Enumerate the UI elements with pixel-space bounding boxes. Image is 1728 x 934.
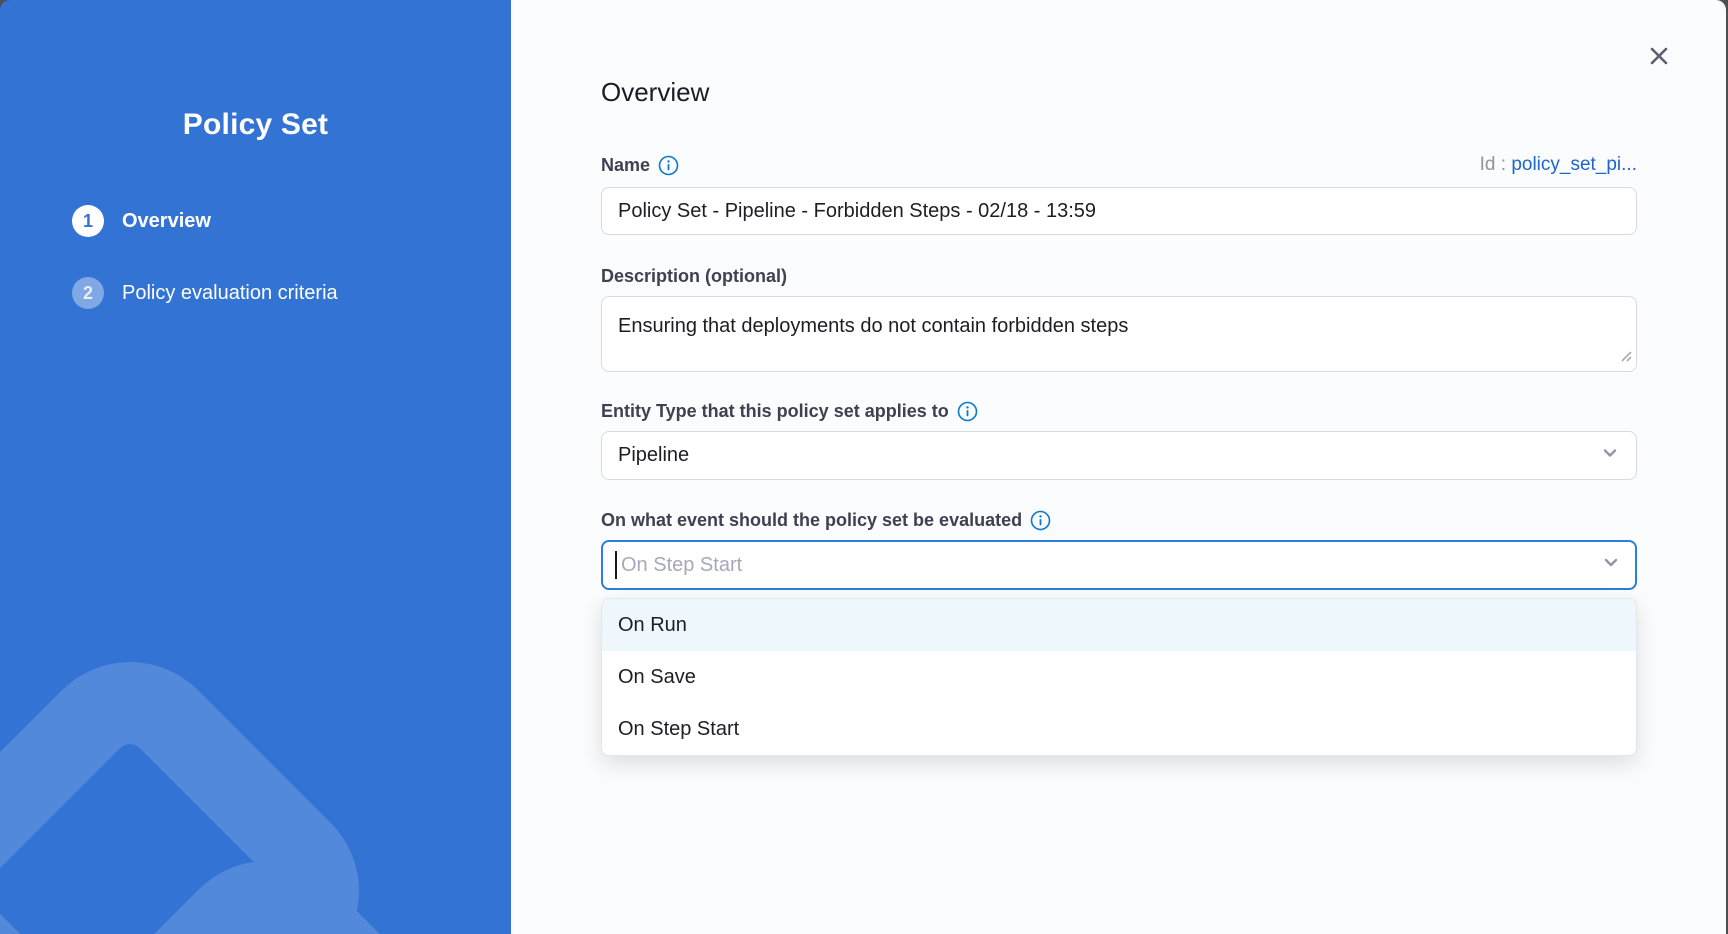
description-textarea[interactable]: Ensuring that deployments do not contain… (601, 296, 1637, 372)
chevron-down-icon (1601, 553, 1621, 578)
event-info-icon[interactable] (1030, 510, 1051, 531)
id-link[interactable]: policy_set_pi... (1511, 154, 1637, 175)
chevron-down-icon (1600, 443, 1620, 469)
sidebar-step-policy-evaluation-criteria[interactable]: 2 Policy evaluation criteria (72, 277, 511, 309)
step-2-badge: 2 (72, 277, 104, 309)
option-on-step-start[interactable]: On Step Start (602, 703, 1636, 755)
entity-id: Id : policy_set_pi... (1480, 152, 1637, 178)
sidebar-step-overview[interactable]: 1 Overview (72, 205, 511, 237)
id-prefix-label: Id : (1480, 154, 1506, 175)
name-input[interactable] (601, 187, 1637, 235)
page-title: Overview (601, 0, 1637, 110)
entity-type-info-icon[interactable] (957, 401, 978, 422)
policy-set-title: Policy Set (0, 108, 511, 142)
option-on-run[interactable]: On Run (602, 599, 1636, 651)
policy-set-modal: Policy Set 1 Overview 2 Policy evaluatio… (0, 0, 1726, 934)
event-label: On what event should the policy set be e… (601, 507, 1051, 533)
step-2-label: Policy evaluation criteria (122, 282, 338, 305)
textarea-resize-handle[interactable] (1620, 349, 1632, 367)
step-1-label: Overview (122, 210, 211, 233)
description-label: Description (optional) (601, 263, 787, 289)
event-options-listbox: On Run On Save On Step Start (601, 598, 1637, 756)
entity-type-select[interactable]: Pipeline (601, 431, 1637, 480)
step-1-badge: 1 (72, 205, 104, 237)
sidebar: Policy Set 1 Overview 2 Policy evaluatio… (0, 0, 511, 934)
text-cursor (615, 551, 617, 579)
entity-type-value: Pipeline (618, 444, 689, 467)
close-button[interactable] (1640, 38, 1678, 76)
event-combobox-input[interactable] (601, 540, 1637, 590)
name-info-icon[interactable] (658, 155, 679, 176)
close-icon (1647, 44, 1671, 71)
option-on-save[interactable]: On Save (602, 651, 1636, 703)
overview-panel: Overview Name Id : policy_set_pi... Desc… (511, 0, 1726, 934)
name-label: Name (601, 152, 679, 178)
entity-type-label: Entity Type that this policy set applies… (601, 398, 978, 424)
wizard-steps: 1 Overview 2 Policy evaluation criteria (0, 205, 511, 309)
